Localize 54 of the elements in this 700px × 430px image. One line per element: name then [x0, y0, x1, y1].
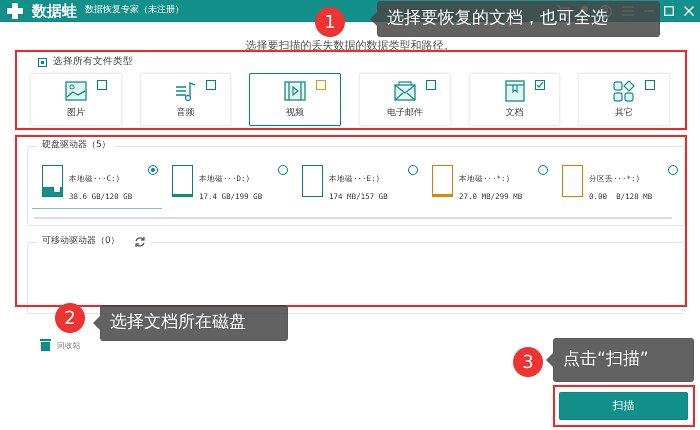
drive-icon[interactable]	[562, 165, 583, 198]
file-type-label: 其它	[615, 107, 634, 120]
trash-icon[interactable]	[40, 338, 51, 351]
refresh-icon[interactable]	[134, 236, 146, 248]
file-type-label: 电子邮件	[386, 107, 423, 120]
drive-icon[interactable]	[42, 165, 63, 198]
file-type-card[interactable]: 电子邮件	[359, 73, 451, 126]
step-number: 3	[513, 347, 543, 377]
radio-button[interactable]	[148, 165, 158, 176]
app-logo: 数据蛙	[32, 0, 77, 22]
file-type-card[interactable]: 视频	[249, 73, 342, 126]
checkbox[interactable]	[316, 80, 326, 90]
panel-title: 硬盘驱动器（5）	[42, 139, 111, 152]
drive-icon[interactable]	[172, 165, 193, 198]
radio-button[interactable]	[538, 165, 548, 176]
select-all-label: 选择所有文件类型	[53, 55, 133, 69]
radio-button[interactable]	[278, 165, 288, 176]
file-type-label: 图片	[66, 107, 85, 120]
shapes-icon	[612, 79, 636, 103]
book-icon	[502, 79, 527, 103]
callout-tooltip: 选择要恢复的文档，也可全选	[370, 1, 660, 37]
scan-button[interactable]: 扫描	[559, 392, 688, 420]
drive-icon[interactable]	[432, 165, 453, 198]
file-type-label: 音频	[176, 107, 194, 120]
file-type-label: 视频	[286, 107, 304, 120]
window-title: 数据恢复专家（未注册）	[85, 4, 184, 18]
callout-tooltip: 点击“扫描”	[546, 338, 694, 382]
checkbox[interactable]	[206, 80, 216, 90]
scrollbar[interactable]	[34, 217, 672, 220]
radio-button[interactable]	[668, 165, 678, 176]
system-icon	[54, 186, 60, 192]
maximize-icon[interactable]	[664, 6, 674, 16]
checkbox[interactable]	[535, 80, 546, 90]
film-icon	[283, 79, 308, 103]
close-icon[interactable]	[684, 6, 694, 16]
music-notes-icon	[174, 79, 198, 103]
file-type-card[interactable]: 其它	[578, 73, 670, 126]
callout-tooltip: 选择文档所在磁盘	[93, 305, 288, 341]
radio-button[interactable]	[408, 165, 418, 176]
panel-title: 可移动驱动器（0）	[42, 235, 120, 248]
checkbox[interactable]	[426, 80, 436, 90]
drive-icon[interactable]	[302, 165, 323, 198]
logo-icon	[6, 2, 24, 20]
file-type-card[interactable]: 图片	[30, 73, 122, 126]
envelope-icon	[392, 79, 417, 103]
file-type-card[interactable]: 音频	[140, 73, 232, 126]
select-all-checkbox[interactable]	[38, 58, 47, 67]
step-number: 2	[55, 303, 85, 333]
picture-file-icon	[64, 79, 88, 103]
file-type-card[interactable]: 文档	[468, 73, 560, 126]
instruction-text: 选择要扫描的丢失数据的数据类型和路径。	[244, 39, 456, 52]
file-type-label: 文档	[506, 107, 524, 120]
checkbox[interactable]	[96, 80, 107, 90]
checkbox[interactable]	[645, 80, 656, 90]
